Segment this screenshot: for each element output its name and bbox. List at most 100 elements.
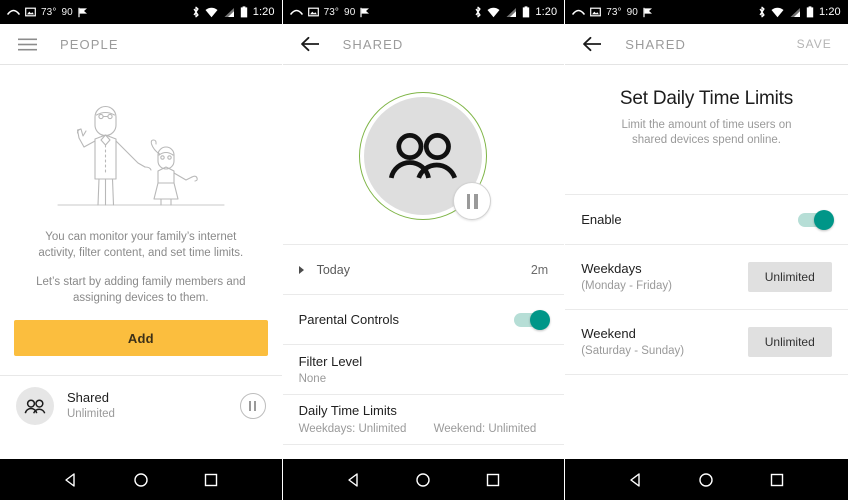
- row-parental-controls[interactable]: Parental Controls: [282, 294, 565, 344]
- save-button[interactable]: SAVE: [797, 37, 832, 51]
- row-daily-time-limits-values: Weekdays: Unlimited Weekend: Unlimited: [299, 422, 549, 437]
- home-circle-icon[interactable]: [129, 468, 153, 492]
- row-weekend: Weekend (Saturday - Sunday) Unlimited: [565, 309, 848, 374]
- wifi-icon: [771, 7, 784, 18]
- row-daily-time-limits-label: Daily Time Limits: [298, 403, 397, 418]
- arrow-back-icon[interactable]: [581, 33, 603, 55]
- status-bar: 73° 90 1:20: [565, 0, 848, 24]
- parental-controls-toggle[interactable]: [514, 309, 551, 330]
- row-enable-text: Enable: [581, 211, 798, 228]
- bluetooth-icon: [758, 6, 766, 18]
- onboarding-blurb: You can monitor your family’s internet a…: [0, 215, 282, 306]
- toggle-knob: [813, 209, 834, 230]
- people-group-icon: [16, 387, 54, 425]
- bluetooth-icon: [474, 6, 482, 18]
- three-screenshot-strip: 73° 90 1:20 PEOPLE You can monitor your …: [0, 0, 848, 500]
- weekend-limit-button[interactable]: Unlimited: [747, 327, 832, 357]
- cellular-signal-icon: [505, 7, 517, 18]
- row-weekend-range: (Saturday - Sunday): [581, 345, 685, 357]
- home-circle-icon[interactable]: [694, 468, 718, 492]
- call-missed-icon: [289, 8, 303, 17]
- add-button[interactable]: Add: [14, 320, 268, 356]
- status-bar-left: 73° 90: [289, 7, 371, 18]
- arrow-back-icon[interactable]: [299, 33, 321, 55]
- image-icon: [25, 7, 36, 17]
- status-count: 90: [626, 6, 638, 18]
- weekdays-summary: Weekdays: Unlimited: [298, 423, 407, 435]
- wifi-icon: [205, 7, 218, 18]
- row-today[interactable]: Today 2m: [282, 244, 565, 294]
- android-nav-bar: [282, 459, 565, 500]
- battery-icon: [240, 6, 248, 18]
- row-weekend-text: Weekend (Saturday - Sunday): [581, 325, 748, 359]
- recents-square-icon[interactable]: [199, 468, 223, 492]
- time-limits-header: Set Daily Time Limits Limit the amount o…: [565, 65, 848, 148]
- page-title: SHARED: [625, 36, 686, 52]
- status-bar-left: 73° 90: [572, 7, 653, 18]
- bluetooth-icon: [192, 6, 200, 18]
- people-body: You can monitor your family’s internet a…: [0, 65, 282, 459]
- status-temperature: 73°: [606, 6, 622, 18]
- image-icon: [590, 7, 602, 17]
- pause-icon[interactable]: [453, 182, 492, 220]
- hamburger-menu-icon[interactable]: [16, 33, 38, 55]
- shared-body: Today 2m Parental Controls Filter Level …: [282, 65, 565, 459]
- status-bar: 73° 90 1:20: [0, 0, 282, 24]
- row-today-value: 2m: [530, 262, 549, 277]
- back-triangle-icon[interactable]: [59, 468, 83, 492]
- app-bar-shared: SHARED: [282, 24, 565, 65]
- recents-square-icon[interactable]: [765, 468, 789, 492]
- list-item-shared[interactable]: Shared Unlimited: [0, 376, 282, 436]
- family-illustration: [0, 65, 282, 215]
- back-triangle-icon[interactable]: [342, 468, 366, 492]
- person-name: Shared: [67, 390, 109, 405]
- row-weekdays-range: (Monday - Friday): [581, 280, 672, 292]
- app-bar-time-limits: SHARED SAVE: [565, 24, 848, 65]
- home-circle-icon[interactable]: [411, 468, 435, 492]
- status-bar-right: 1:20: [758, 6, 841, 18]
- row-weekdays: Weekdays (Monday - Friday) Unlimited: [565, 244, 848, 309]
- row-weekdays-text: Weekdays (Monday - Friday): [581, 260, 748, 294]
- blurb-line-1: You can monitor your family’s internet a…: [38, 231, 244, 259]
- image-icon: [307, 7, 319, 17]
- row-filter-level[interactable]: Filter Level None: [282, 344, 565, 394]
- row-enable-label: Enable: [581, 212, 622, 227]
- row-parental-controls-label: Parental Controls: [298, 312, 400, 327]
- flag-icon: [78, 7, 88, 18]
- cellular-signal-icon: [789, 7, 801, 18]
- toggle-knob: [530, 309, 551, 330]
- call-missed-icon: [572, 8, 585, 17]
- status-bar-right: 1:20: [474, 6, 557, 18]
- screen-shared-detail: 73° 90 1:20 SHARED Today 2m Parental Con…: [282, 0, 566, 500]
- chevron-right-icon: [298, 265, 304, 274]
- app-bar-people: PEOPLE: [0, 24, 282, 65]
- avatar-hero: [283, 65, 565, 244]
- time-limits-body: Set Daily Time Limits Limit the amount o…: [565, 65, 848, 459]
- weekend-summary: Weekend: Unlimited: [433, 423, 537, 435]
- page-title: PEOPLE: [60, 36, 119, 52]
- row-weekdays-label: Weekdays: [581, 261, 642, 276]
- avatar[interactable]: [359, 92, 492, 220]
- screen-set-daily-time-limits: 73° 90 1:20 SHARED SAVE Set Daily Time L…: [565, 0, 848, 500]
- enable-toggle[interactable]: [797, 209, 834, 230]
- battery-icon: [806, 6, 814, 18]
- row-today-label: Today: [316, 262, 350, 277]
- screen-subtitle: Limit the amount of time users on shared…: [621, 119, 792, 146]
- list-item-text: Shared Unlimited: [67, 390, 227, 422]
- status-clock: 1:20: [535, 6, 558, 18]
- android-nav-bar: [565, 459, 848, 500]
- row-daily-time-limits[interactable]: Daily Time Limits Weekdays: Unlimited We…: [282, 394, 565, 444]
- bottom-divider: [282, 444, 565, 445]
- android-nav-bar: [0, 459, 282, 500]
- pause-bars: [466, 193, 478, 209]
- pause-icon[interactable]: [239, 393, 266, 419]
- blurb-line-2: Let’s start by adding family members and…: [36, 276, 246, 304]
- status-clock: 1:20: [818, 6, 841, 18]
- back-triangle-icon[interactable]: [624, 468, 648, 492]
- recents-square-icon[interactable]: [481, 468, 505, 492]
- row-enable[interactable]: Enable: [565, 194, 848, 244]
- weekdays-limit-button[interactable]: Unlimited: [747, 262, 832, 292]
- add-button-container: Add: [0, 306, 282, 356]
- person-status: Unlimited: [67, 408, 115, 420]
